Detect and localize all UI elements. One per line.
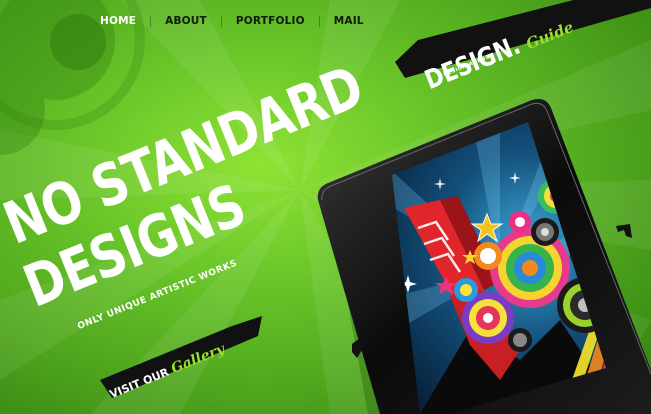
hero-stage: HOME ABOUT PORTFOLIO MAIL DESIGN.Guide D… [0, 0, 651, 414]
decorative-arrows [352, 224, 632, 358]
